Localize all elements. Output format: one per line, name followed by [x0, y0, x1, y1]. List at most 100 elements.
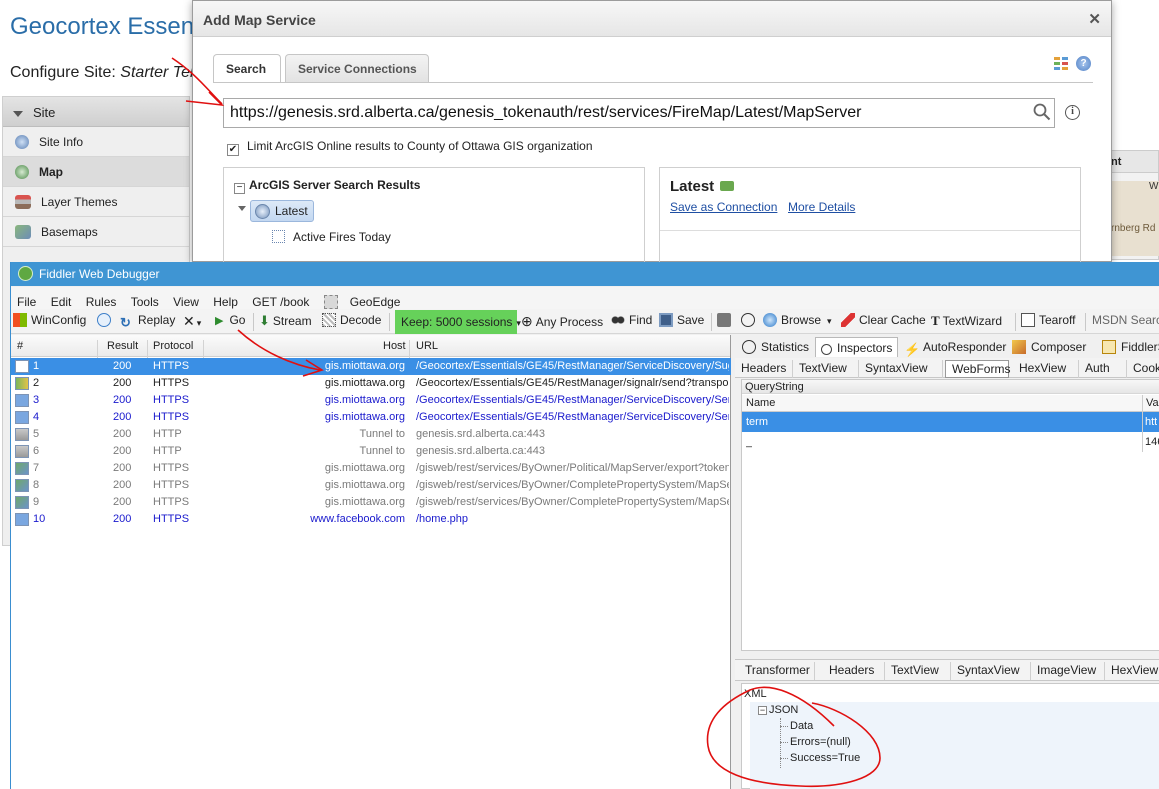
stream-button[interactable]: ⬇ Stream [259, 313, 312, 329]
sidebar-item-map[interactable]: Map [3, 157, 189, 187]
textwizard-button[interactable]: T TextWizard [931, 313, 1002, 329]
collapse-icon[interactable]: − [234, 183, 245, 194]
expand-arrow-icon[interactable] [238, 206, 246, 211]
more-details-link[interactable]: More Details [788, 200, 855, 214]
keep-sessions-dropdown[interactable]: Keep: 5000 sessions ▾ [395, 310, 521, 334]
tree-node-latest[interactable]: Latest [250, 200, 314, 222]
find-button[interactable]: Find [611, 313, 652, 327]
menu-view[interactable]: View [167, 291, 204, 309]
column-header-value[interactable]: Va [1146, 397, 1159, 409]
tab-composer[interactable]: Composer [1007, 337, 1091, 357]
tab-statistics[interactable]: Statistics [737, 337, 814, 357]
tab-request-cookies[interactable]: Cook [1127, 360, 1159, 378]
any-process-button[interactable]: ⊕ Any Process [521, 313, 603, 330]
sidebar-item-layer-themes[interactable]: Layer Themes [3, 187, 189, 217]
column-header-name[interactable]: Name [746, 397, 775, 409]
save-as-connection-link[interactable]: Save as Connection [670, 200, 777, 214]
querystring-row[interactable]: _ 146 [742, 432, 1159, 452]
tab-response-hexview[interactable]: HexView [1105, 662, 1159, 680]
go-button[interactable]: ▶ Go [215, 313, 245, 327]
tab-response-xml[interactable]: XML [744, 688, 767, 700]
winconfig-button[interactable]: WinConfig [13, 313, 86, 327]
limit-checkbox[interactable]: ✔ [227, 144, 239, 156]
collapse-icon[interactable]: − [758, 706, 767, 715]
table-row[interactable]: 9 200 HTTPS gis.miottawa.org/gisweb/rest/se… [11, 494, 731, 511]
search-icon[interactable] [1033, 103, 1051, 121]
table-row[interactable]: 6 200 HTTP Tunnel to genesis.srd.alberta.ca:… [11, 443, 731, 460]
tab-autoresponder[interactable]: ⚡ AutoResponder [899, 337, 1011, 357]
tab-request-auth[interactable]: Auth [1079, 360, 1127, 378]
table-row[interactable]: 2 200 HTTPS gis.miottawa.org/Geocortex/Esse… [11, 375, 731, 392]
column-header-protocol[interactable]: Protocol [153, 340, 193, 352]
results-header[interactable]: − ArcGIS Server Search Results [234, 178, 420, 194]
tab-request-textview[interactable]: TextView [793, 360, 859, 378]
browse-button[interactable]: Browse ▾ [763, 313, 832, 327]
column-header-result[interactable]: Result [107, 340, 138, 352]
timer-button[interactable] [741, 313, 759, 327]
column-separator[interactable] [203, 340, 204, 358]
json-node-success[interactable]: Success=True [790, 752, 860, 764]
remove-button[interactable]: ✕ ▾ [183, 313, 201, 330]
limit-results-option[interactable]: ✔ Limit ArcGIS Online results to County o… [227, 139, 593, 156]
json-node-data[interactable]: Data [790, 720, 813, 732]
menu-tools[interactable]: Tools [125, 291, 164, 309]
help-icon[interactable]: ? [1076, 56, 1091, 71]
tab-request-syntaxview[interactable]: SyntaxView [859, 360, 943, 378]
column-separator[interactable] [147, 340, 148, 358]
comment-button[interactable] [97, 313, 115, 327]
querystring-row[interactable]: term htt [742, 412, 1159, 432]
close-icon[interactable]: ✕ [1088, 10, 1101, 28]
tearoff-button[interactable]: Tearoff [1021, 313, 1075, 327]
json-node-errors[interactable]: Errors=(null) [790, 736, 851, 748]
sidebar-item-basemaps[interactable]: Basemaps [3, 217, 189, 247]
add-service-icon[interactable] [720, 181, 735, 191]
chevron-down-icon[interactable]: ▾ [516, 318, 521, 328]
column-header-url[interactable]: URL [416, 340, 438, 352]
tab-response-textview[interactable]: TextView [885, 662, 951, 680]
menu-file[interactable]: File [11, 291, 41, 309]
sidebar-item-site-info[interactable]: Site Info [3, 127, 189, 157]
info-icon[interactable]: i [1065, 105, 1080, 120]
json-tree-root[interactable]: − JSON [758, 704, 798, 716]
table-row[interactable]: 8 200 HTTPS gis.miottawa.org/gisweb/rest/se… [11, 477, 731, 494]
menu-edit[interactable]: Edit [45, 291, 77, 309]
chevron-down-icon[interactable]: ▾ [827, 316, 832, 326]
tab-fiddlerscript[interactable]: FiddlerScr [1097, 337, 1159, 357]
menu-rules[interactable]: Rules [80, 291, 122, 309]
grid-view-icon[interactable] [1054, 57, 1068, 71]
tab-request-headers[interactable]: Headers [735, 360, 793, 378]
table-row[interactable]: 10 200 HTTPS www.facebook.com/home.php [11, 511, 731, 528]
tab-response-imageview[interactable]: ImageView [1031, 662, 1105, 680]
table-row[interactable]: 3 200 HTTPS gis.miottawa.org/Geocortex/Esse… [11, 392, 731, 409]
tab-response-headers[interactable]: Headers [823, 662, 885, 680]
menu-geoedge[interactable]: GeoEdge [318, 287, 411, 309]
menu-get-book[interactable]: GET /book [246, 291, 314, 309]
column-header-number[interactable]: # [17, 340, 23, 352]
site-panel-header[interactable]: Site [3, 97, 189, 127]
tree-node-active-fires[interactable]: Active Fires Today [272, 230, 391, 244]
column-header-host[interactable]: Host [383, 340, 406, 352]
tab-inspectors[interactable]: Inspectors [815, 337, 899, 357]
collapse-arrow-icon[interactable] [13, 111, 23, 117]
clear-cache-button[interactable]: Clear Cache [841, 313, 926, 327]
table-row[interactable]: 5 200 HTTP Tunnel to genesis.srd.alberta.ca:… [11, 426, 731, 443]
menu-help[interactable]: Help [207, 291, 243, 309]
tab-service-connections[interactable]: Service Connections [285, 54, 429, 83]
tab-response-transformer[interactable]: Transformer [739, 662, 815, 680]
decode-button[interactable]: Decode [322, 313, 381, 327]
tab-search[interactable]: Search [213, 54, 281, 83]
tab-response-syntaxview[interactable]: SyntaxView [951, 662, 1031, 680]
msdn-search-field[interactable]: MSDN Search [1092, 313, 1159, 327]
table-row[interactable]: 1 200 HTTPS gis.miottawa.org/Geocortex/Esse… [11, 358, 731, 375]
table-row[interactable]: 7 200 HTTPS gis.miottawa.org/gisweb/rest/se… [11, 460, 731, 477]
replay-button[interactable]: ↻ Replay [120, 313, 175, 330]
tab-request-webforms[interactable]: WebForms [945, 360, 1010, 378]
service-url-input[interactable]: https://genesis.srd.alberta.ca/genesis_t… [223, 98, 1055, 128]
tab-request-hexview[interactable]: HexView [1013, 360, 1079, 378]
table-row[interactable]: 4 200 HTTPS gis.miottawa.org/Geocortex/Esse… [11, 409, 731, 426]
chevron-down-icon[interactable]: ▾ [197, 318, 202, 328]
camera-button[interactable] [717, 313, 735, 327]
column-separator[interactable] [97, 340, 98, 358]
column-separator[interactable] [409, 340, 410, 358]
save-button[interactable]: Save [659, 313, 704, 327]
